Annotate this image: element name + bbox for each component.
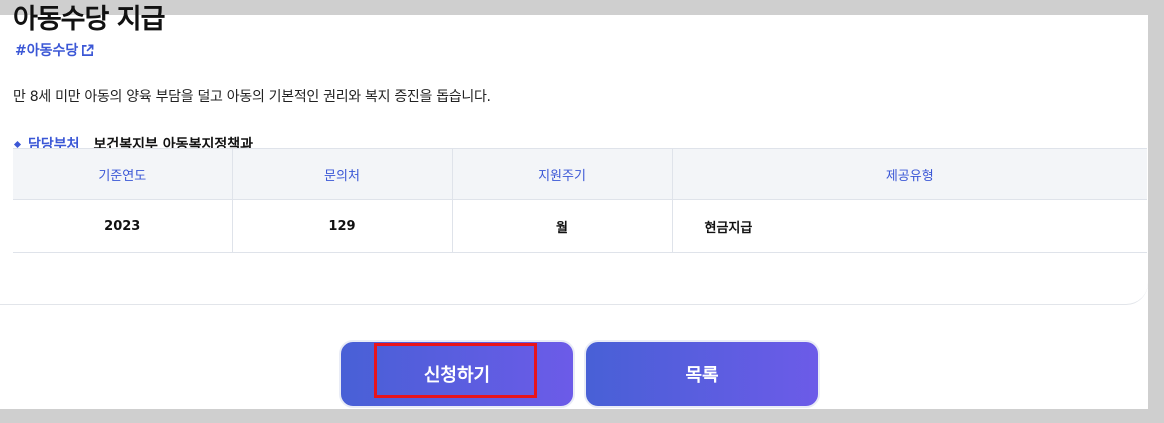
diamond-bullet-icon (13, 140, 22, 148)
header-base-year: 기준연도 (13, 148, 233, 200)
list-button-label: 목록 (685, 365, 719, 386)
header-support-cycle: 지원주기 (452, 148, 673, 200)
cell-base-year: 2023 (13, 199, 233, 253)
apply-button-label: 신청하기 (423, 365, 491, 386)
info-table: 기준연도 문의처 지원주기 제공유형 2023 129 월 현금지급 (13, 148, 1147, 253)
cell-contact: 129 (232, 199, 453, 253)
header-provision-type: 제공유형 (672, 148, 1147, 200)
table-header-row: 기준연도 문의처 지원주기 제공유형 (13, 148, 1147, 200)
hashtag-link[interactable]: #아동수당 (15, 40, 94, 60)
cell-provision-type: 현금지급 (672, 199, 1147, 253)
page-description: 만 8세 미만 아동의 양육 부담을 덜고 아동의 기본적인 권리와 복지 증진… (13, 89, 491, 105)
table-row: 2023 129 월 현금지급 (13, 199, 1147, 253)
list-button[interactable]: 목록 (584, 340, 820, 408)
hashtag-text: #아동수당 (15, 43, 79, 59)
page-title: 아동수당 지급 (13, 4, 165, 35)
cell-support-cycle: 월 (452, 199, 673, 253)
external-link-icon (82, 44, 94, 56)
apply-button[interactable]: 신청하기 (339, 340, 575, 408)
header-contact: 문의처 (232, 148, 453, 200)
